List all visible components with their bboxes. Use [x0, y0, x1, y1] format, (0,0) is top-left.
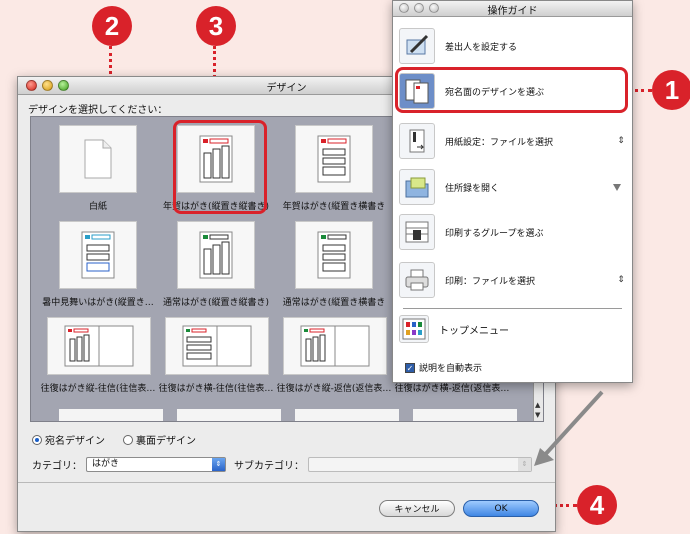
- category-row: カテゴリ： はがき ⇕ サブカテゴリ： ⇕: [32, 457, 532, 472]
- guide-step-paper-setup[interactable]: 用紙設定：ファイルを選択 ⇕: [399, 122, 627, 160]
- callout-1: 1: [652, 70, 690, 110]
- design-label: 通常はがき(縦置き縦書き): [162, 298, 270, 308]
- design-label: 往復はがき縦-返信(返信表…: [276, 384, 392, 394]
- guide-step-label: 住所録を開く: [445, 183, 500, 194]
- guide-step-print[interactable]: 印刷：ファイルを選択 ⇕: [399, 261, 627, 299]
- guide-step-select-group[interactable]: 印刷するグループを選ぶ: [399, 213, 627, 251]
- guide-step-label: 印刷：ファイルを選択: [445, 276, 536, 287]
- updown-arrows-icon: ⇕: [212, 458, 225, 471]
- callout-2: 2: [92, 6, 132, 46]
- guide-titlebar[interactable]: 操作ガイド: [393, 1, 632, 17]
- cancel-button[interactable]: キャンセル: [379, 500, 455, 517]
- radio-selected-icon: [32, 434, 42, 445]
- reply-postcard-thumbnail-icon: [47, 317, 151, 375]
- radio-label: 裏面デザイン: [136, 436, 196, 447]
- top-menu-icon: [399, 315, 429, 343]
- postcard-thumbnail-icon: [295, 221, 373, 289]
- bottom-divider: [18, 482, 555, 483]
- design-label: 年賀はがき(縦置き横書き: [282, 202, 386, 212]
- subcategory-label: サブカテゴリ：: [234, 461, 304, 472]
- postcard-thumbnail-icon: [59, 221, 137, 289]
- auto-show-checkbox[interactable]: ✓ 説明を自動表示: [405, 361, 482, 374]
- guide-step-open-addressbook[interactable]: 住所録を開く: [399, 168, 627, 206]
- blank-paper-icon: [59, 125, 137, 193]
- design-label: 往復はがき横-往信(往信表…: [158, 384, 274, 394]
- design-type-radio-group: 宛名デザイン 裏面デザイン: [32, 432, 196, 447]
- radio-back-design[interactable]: 裏面デザイン: [123, 432, 196, 447]
- updown-arrows-icon[interactable]: ⇕: [615, 136, 627, 146]
- guide-top-menu[interactable]: トップメニュー: [399, 313, 627, 345]
- pen-card-icon: [399, 28, 435, 64]
- guide-step-label: 用紙設定：ファイルを選択: [445, 137, 554, 148]
- design-label: 暑中見舞いはがき(縦置き…: [42, 298, 154, 308]
- pointer-arrow-icon: [534, 390, 604, 466]
- design-label: 通常はがき(縦置き横書き: [282, 298, 386, 308]
- folder-icon: [399, 169, 435, 205]
- design-label: 往復はがき縦-往信(往信表…: [40, 384, 156, 394]
- callout-2-leader: [109, 46, 112, 80]
- updown-arrows-icon[interactable]: ⇕: [615, 275, 627, 285]
- postcard-thumbnail-icon: [295, 125, 373, 193]
- guide-title: 操作ガイド: [487, 6, 538, 17]
- guide-step-sender[interactable]: 差出人を設定する: [399, 27, 627, 65]
- category-select[interactable]: はがき ⇕: [86, 457, 226, 472]
- guide-step-highlight: [395, 67, 628, 113]
- postcard-thumbnail-icon: [177, 221, 255, 289]
- checkmark-icon: ✓: [405, 362, 415, 373]
- radio-unselected-icon: [123, 434, 133, 445]
- subcategory-select[interactable]: ⇕: [308, 457, 532, 472]
- guide-divider: [403, 308, 622, 309]
- printer-icon: [399, 262, 435, 298]
- dialog-buttons: キャンセル OK: [379, 500, 539, 517]
- category-label: カテゴリ：: [32, 461, 82, 472]
- design-row-partial: [47, 409, 527, 421]
- disclosure-triangle-icon[interactable]: [613, 183, 621, 191]
- guide-step-label: 印刷するグループを選ぶ: [445, 228, 544, 239]
- radio-label: 宛名デザイン: [45, 436, 105, 447]
- reply-postcard-thumbnail-icon: [165, 317, 269, 375]
- auto-show-label: 説明を自動表示: [419, 364, 483, 374]
- category-value: はがき: [92, 459, 120, 469]
- paper-setup-icon: [399, 123, 435, 159]
- operation-guide-window: 操作ガイド 差出人を設定する 宛名面のデザインを選ぶ 用紙設定：ファイルを選択 …: [392, 0, 633, 383]
- callout-4: 4: [577, 485, 617, 525]
- design-label: 白紙: [88, 202, 107, 212]
- radio-address-design[interactable]: 宛名デザイン: [32, 432, 105, 447]
- callout-3: 3: [196, 6, 236, 46]
- ok-button[interactable]: OK: [463, 500, 539, 517]
- top-menu-label: トップメニュー: [439, 325, 509, 337]
- design-prompt: デザインを選択してください：: [28, 105, 168, 116]
- reply-postcard-thumbnail-icon: [283, 317, 387, 375]
- selected-design-highlight: [173, 120, 267, 214]
- guide-step-label: 差出人を設定する: [445, 42, 518, 53]
- group-icon: [399, 214, 435, 250]
